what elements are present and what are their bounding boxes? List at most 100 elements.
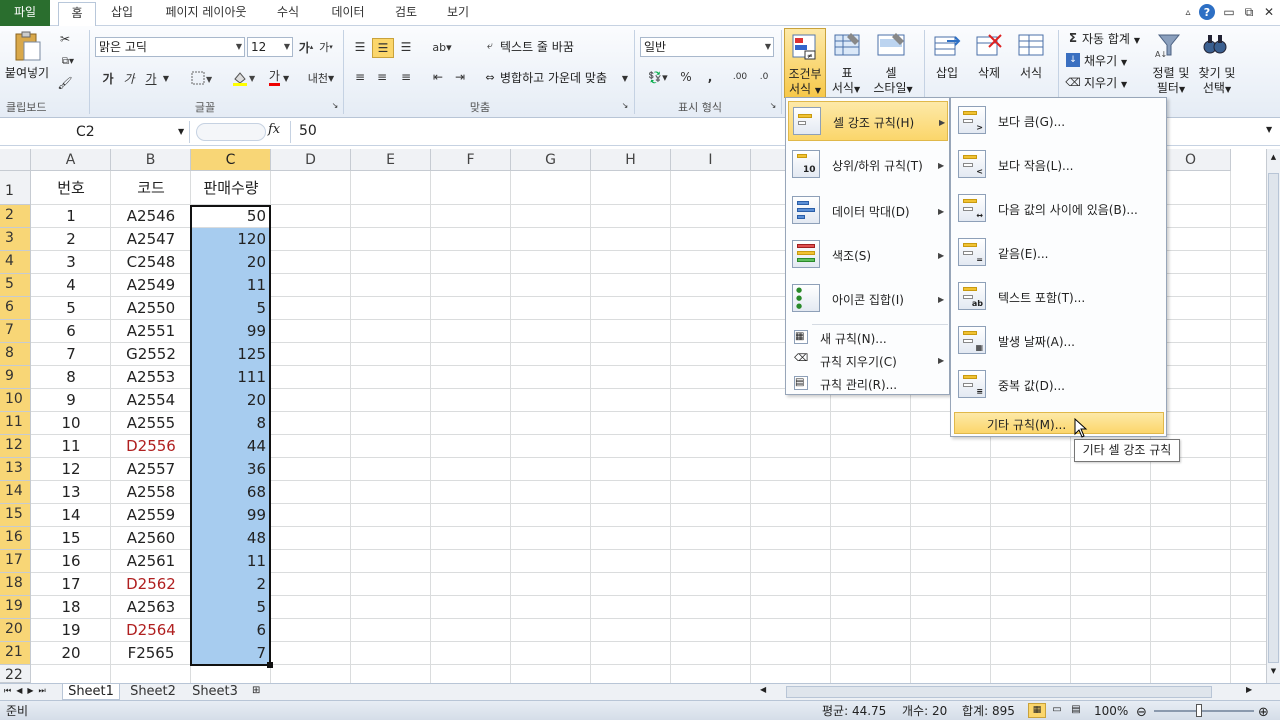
- cell-number[interactable]: 20: [31, 642, 111, 665]
- cell-code[interactable]: A2558: [111, 481, 191, 504]
- column-header-a[interactable]: A: [31, 149, 111, 171]
- horizontal-scroll-thumb[interactable]: [786, 686, 1212, 698]
- row-header-21[interactable]: 21: [0, 642, 31, 665]
- menu-item-text-contains[interactable]: ab 텍스트 포함(T)...: [954, 277, 1164, 317]
- cell-styles-icon[interactable]: [874, 30, 908, 60]
- format-as-table-icon[interactable]: [832, 30, 862, 60]
- expand-formula-bar-icon[interactable]: ▼: [1266, 125, 1272, 134]
- paste-button[interactable]: 붙여넣기: [2, 66, 52, 80]
- normal-view-icon[interactable]: ▦: [1028, 703, 1046, 718]
- insert-function-button[interactable]: fx: [268, 122, 288, 142]
- cell-code[interactable]: D2562: [111, 573, 191, 596]
- cell-code[interactable]: F2565: [111, 642, 191, 665]
- cell-quantity[interactable]: 5: [191, 596, 270, 619]
- menu-item-icon-sets[interactable]: ● ● ● 아이콘 집합(I) ▶: [788, 279, 948, 319]
- cell-code[interactable]: A2560: [111, 527, 191, 550]
- cell-code[interactable]: A2561: [111, 550, 191, 573]
- tab-formulas[interactable]: 수식: [270, 2, 306, 24]
- format-cells-icon[interactable]: [1016, 30, 1046, 60]
- cell-code[interactable]: A2546: [111, 205, 191, 228]
- cell-quantity[interactable]: 50: [191, 205, 270, 228]
- cell-code[interactable]: A2555: [111, 412, 191, 435]
- scroll-right-icon[interactable]: ▶: [1246, 685, 1260, 699]
- clear-icon[interactable]: ⌫: [1065, 75, 1081, 89]
- select-all-button[interactable]: [0, 149, 31, 171]
- increase-indent-icon[interactable]: ⇥: [450, 68, 470, 86]
- chevron-down-icon[interactable]: ▼: [620, 71, 630, 85]
- cell-quantity[interactable]: 7: [191, 642, 270, 665]
- help-icon[interactable]: ?: [1199, 4, 1215, 20]
- cell-quantity[interactable]: 36: [191, 458, 270, 481]
- row-header-14[interactable]: 14: [0, 481, 31, 504]
- tab-review[interactable]: 검토: [388, 2, 424, 24]
- cell-quantity[interactable]: 6: [191, 619, 270, 642]
- font-size-combo[interactable]: 12 ▼: [247, 37, 293, 57]
- sheet-tab-1[interactable]: Sheet1: [62, 684, 120, 700]
- cell-number[interactable]: 9: [31, 389, 111, 412]
- menu-item-greater-than[interactable]: > 보다 큼(G)...: [954, 101, 1164, 141]
- font-name-combo[interactable]: 맑은 고딕 ▼: [95, 37, 245, 57]
- menu-item-between[interactable]: ↔ 다음 값의 사이에 있음(B)...: [954, 189, 1164, 229]
- find-select-label-1[interactable]: 찾기 및: [1192, 66, 1242, 80]
- merge-center-button[interactable]: 병합하고 가운데 맞춤: [500, 71, 607, 85]
- menu-item-duplicate-values[interactable]: ≡ 중복 값(D)...: [954, 365, 1164, 405]
- insert-cells-icon[interactable]: [932, 30, 962, 60]
- align-right-icon[interactable]: ≡: [396, 68, 416, 86]
- row-header-19[interactable]: 19: [0, 596, 31, 619]
- insert-sheet-icon[interactable]: ⊞: [252, 685, 272, 699]
- cut-icon[interactable]: ✂: [58, 32, 72, 46]
- menu-item-manage-rules[interactable]: ▤ 규칙 관리(R)...: [788, 373, 948, 395]
- cell-quantity[interactable]: 68: [191, 481, 270, 504]
- number-format-combo[interactable]: 일반 ▼: [640, 37, 774, 57]
- column-header-h[interactable]: H: [591, 149, 671, 171]
- row-header-6[interactable]: 6: [0, 297, 31, 320]
- cell-quantity[interactable]: 11: [191, 274, 270, 297]
- format-as-table-label-1[interactable]: 표: [832, 66, 862, 80]
- column-header-f[interactable]: F: [431, 149, 511, 171]
- cell-number[interactable]: 14: [31, 504, 111, 527]
- percent-style-button[interactable]: %: [678, 68, 694, 86]
- format-cells-button[interactable]: 서식: [1012, 66, 1050, 80]
- menu-item-new-rule[interactable]: ▦ 새 규칙(N)...: [788, 327, 948, 349]
- accounting-format-icon[interactable]: 💱▾: [644, 68, 672, 86]
- zoom-slider[interactable]: [1154, 710, 1254, 712]
- row-header-22[interactable]: 22: [0, 665, 31, 683]
- menu-item-color-scales[interactable]: 색조(S) ▶: [788, 235, 948, 275]
- italic-button[interactable]: 가: [121, 69, 137, 87]
- chevron-down-icon[interactable]: ▼: [161, 69, 171, 87]
- window-restore-icon[interactable]: ⧉: [1242, 4, 1256, 20]
- underline-button[interactable]: 가: [143, 69, 159, 87]
- menu-item-equal-to[interactable]: = 같음(E)...: [954, 233, 1164, 273]
- cell-code[interactable]: A2549: [111, 274, 191, 297]
- cell-number[interactable]: 7: [31, 343, 111, 366]
- page-break-view-icon[interactable]: ▤: [1068, 703, 1084, 718]
- fill-button[interactable]: 채우기 ▼: [1084, 54, 1127, 70]
- sheet-nav-icons[interactable]: ⏮◀▶⏭: [4, 686, 51, 696]
- tab-view[interactable]: 보기: [440, 2, 476, 24]
- scroll-left-icon[interactable]: ◀: [760, 685, 780, 699]
- orientation-icon[interactable]: ab▾: [428, 38, 456, 56]
- cell-number[interactable]: 15: [31, 527, 111, 550]
- tab-page-layout[interactable]: 페이지 레이아웃: [156, 2, 256, 24]
- row-header-13[interactable]: 13: [0, 458, 31, 481]
- column-header-g[interactable]: G: [511, 149, 591, 171]
- tab-file[interactable]: 파일: [0, 0, 50, 26]
- cell-number[interactable]: 4: [31, 274, 111, 297]
- align-center-icon[interactable]: ≡: [372, 68, 392, 86]
- font-color-icon[interactable]: 가 ▼: [264, 69, 294, 87]
- formula-bar-splitter[interactable]: [196, 123, 266, 141]
- cell-styles-label-2[interactable]: 스타일▼: [866, 81, 920, 97]
- cell-quantity[interactable]: 20: [191, 389, 270, 412]
- align-top-icon[interactable]: ☰: [350, 38, 370, 56]
- menu-item-data-bars[interactable]: 데이터 막대(D) ▶: [788, 191, 948, 231]
- cell-quantity[interactable]: 125: [191, 343, 270, 366]
- fill-color-icon[interactable]: ▼: [230, 69, 258, 87]
- decrease-indent-icon[interactable]: ⇤: [428, 68, 448, 86]
- row-header-10[interactable]: 10: [0, 389, 31, 412]
- column-header-d[interactable]: D: [271, 149, 351, 171]
- delete-cells-button[interactable]: 삭제: [970, 66, 1008, 80]
- cell-number[interactable]: 5: [31, 297, 111, 320]
- insert-cells-button[interactable]: 삽입: [928, 66, 966, 80]
- autosum-icon[interactable]: Σ: [1066, 30, 1080, 46]
- cell-quantity[interactable]: 99: [191, 504, 270, 527]
